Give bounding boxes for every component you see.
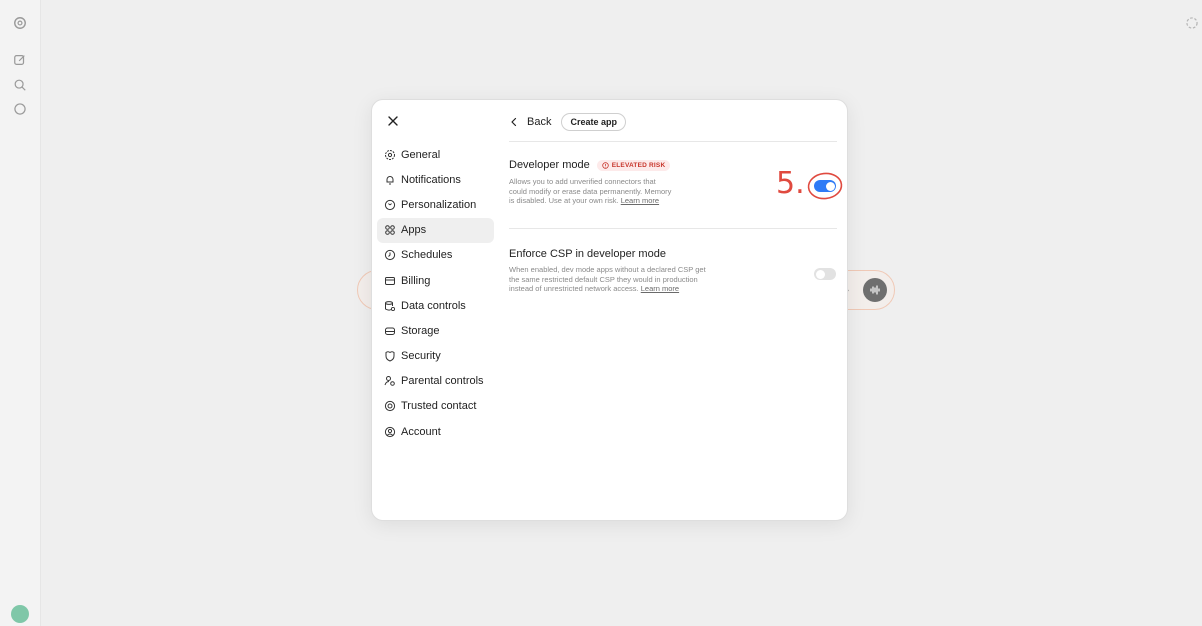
description-line: When enabled, dev mode apps without a de… [509, 265, 706, 274]
elevated-risk-badge: ELEVATED RISK [596, 159, 671, 171]
nav-item-trusted-contact[interactable]: Trusted contact [377, 394, 494, 419]
enforce-csp-label: Enforce CSP in developer mode [509, 248, 666, 260]
enforce-csp-description: When enabled, dev mode apps without a de… [509, 265, 706, 294]
close-icon[interactable] [386, 114, 400, 128]
learn-more-link[interactable]: Learn more [621, 196, 659, 205]
description-line: instead of unrestricted network access. [509, 284, 641, 294]
developer-mode-title: Developer mode ELEVATED RISK [509, 159, 671, 171]
parental-icon [384, 375, 396, 387]
divider [509, 141, 837, 142]
settings-modal: General Notifications Personalization Ap… [371, 99, 848, 521]
nav-item-data-controls[interactable]: Data controls [377, 293, 494, 318]
nav-item-label: Trusted contact [401, 400, 477, 413]
nav-item-label: Security [401, 350, 441, 363]
badge-label: ELEVATED RISK [611, 161, 666, 169]
loading-icon [1185, 16, 1199, 30]
create-app-button[interactable]: Create app [561, 113, 626, 131]
apps-grid-icon [384, 224, 396, 236]
storage-icon [384, 325, 396, 337]
description-line: Allows you to add unverified connectors … [509, 177, 656, 186]
nav-item-label: General [401, 148, 441, 161]
nav-item-personalization[interactable]: Personalization [377, 192, 494, 217]
description-line: the same restricted default CSP they wou… [509, 274, 698, 284]
bell-icon [384, 174, 396, 186]
chat-icon[interactable] [13, 102, 27, 116]
description-line: is disabled. Use at your own risk. [509, 196, 621, 206]
nav-item-storage[interactable]: Storage [377, 318, 494, 343]
divider [509, 228, 837, 229]
avatar[interactable] [11, 605, 29, 623]
developer-mode-description: Allows you to add unverified connectors … [509, 177, 671, 206]
nav-item-schedules[interactable]: Schedules [377, 243, 494, 268]
description-line: could modify or erase data permanently. … [509, 186, 672, 196]
shield-icon [384, 350, 396, 362]
search-icon[interactable] [13, 78, 27, 92]
personalization-icon [384, 199, 396, 211]
enforce-csp-title: Enforce CSP in developer mode [509, 248, 666, 260]
card-icon [384, 275, 396, 287]
new-chat-icon[interactable] [13, 53, 27, 67]
learn-more-link[interactable]: Learn more [641, 284, 679, 293]
nav-item-label: Data controls [401, 299, 466, 312]
nav-item-parental-controls[interactable]: Parental controls [377, 369, 494, 394]
voice-mode-button[interactable] [863, 278, 887, 302]
logo-icon[interactable] [13, 16, 27, 30]
lifebuoy-icon [384, 400, 396, 412]
toggle-knob [815, 269, 825, 279]
nav-item-notifications[interactable]: Notifications [377, 167, 494, 192]
panel-header: Back Create app [509, 112, 626, 132]
annotation-number: 5. [776, 166, 805, 201]
database-icon [384, 300, 396, 312]
nav-item-security[interactable]: Security [377, 344, 494, 369]
nav-item-label: Schedules [401, 249, 453, 262]
left-rail [0, 0, 41, 626]
nav-item-label: Notifications [401, 173, 461, 186]
nav-item-label: Billing [401, 274, 431, 287]
account-icon [384, 426, 396, 438]
nav-item-billing[interactable]: Billing [377, 268, 494, 293]
developer-mode-label: Developer mode [509, 159, 590, 171]
clock-icon [384, 249, 396, 261]
nav-item-account[interactable]: Account [377, 419, 494, 444]
nav-item-label: Account [401, 425, 441, 438]
waveform-icon [870, 285, 880, 295]
gear-icon [384, 149, 396, 161]
chevron-left-icon [511, 117, 517, 127]
back-button[interactable]: Back [509, 116, 551, 128]
settings-nav: General Notifications Personalization Ap… [377, 142, 494, 444]
apps-settings-panel: Back Create app Developer mode ELEVATED … [509, 100, 837, 520]
enforce-csp-toggle[interactable] [814, 268, 836, 280]
back-label: Back [527, 116, 552, 128]
nav-item-label: Parental controls [401, 375, 484, 388]
annotation-circle [807, 172, 843, 200]
nav-item-label: Storage [401, 324, 440, 337]
warning-icon [602, 161, 609, 169]
nav-item-general[interactable]: General [377, 142, 494, 167]
nav-item-label: Personalization [401, 198, 477, 211]
nav-item-apps[interactable]: Apps [377, 217, 494, 243]
nav-item-label: Apps [401, 224, 427, 237]
